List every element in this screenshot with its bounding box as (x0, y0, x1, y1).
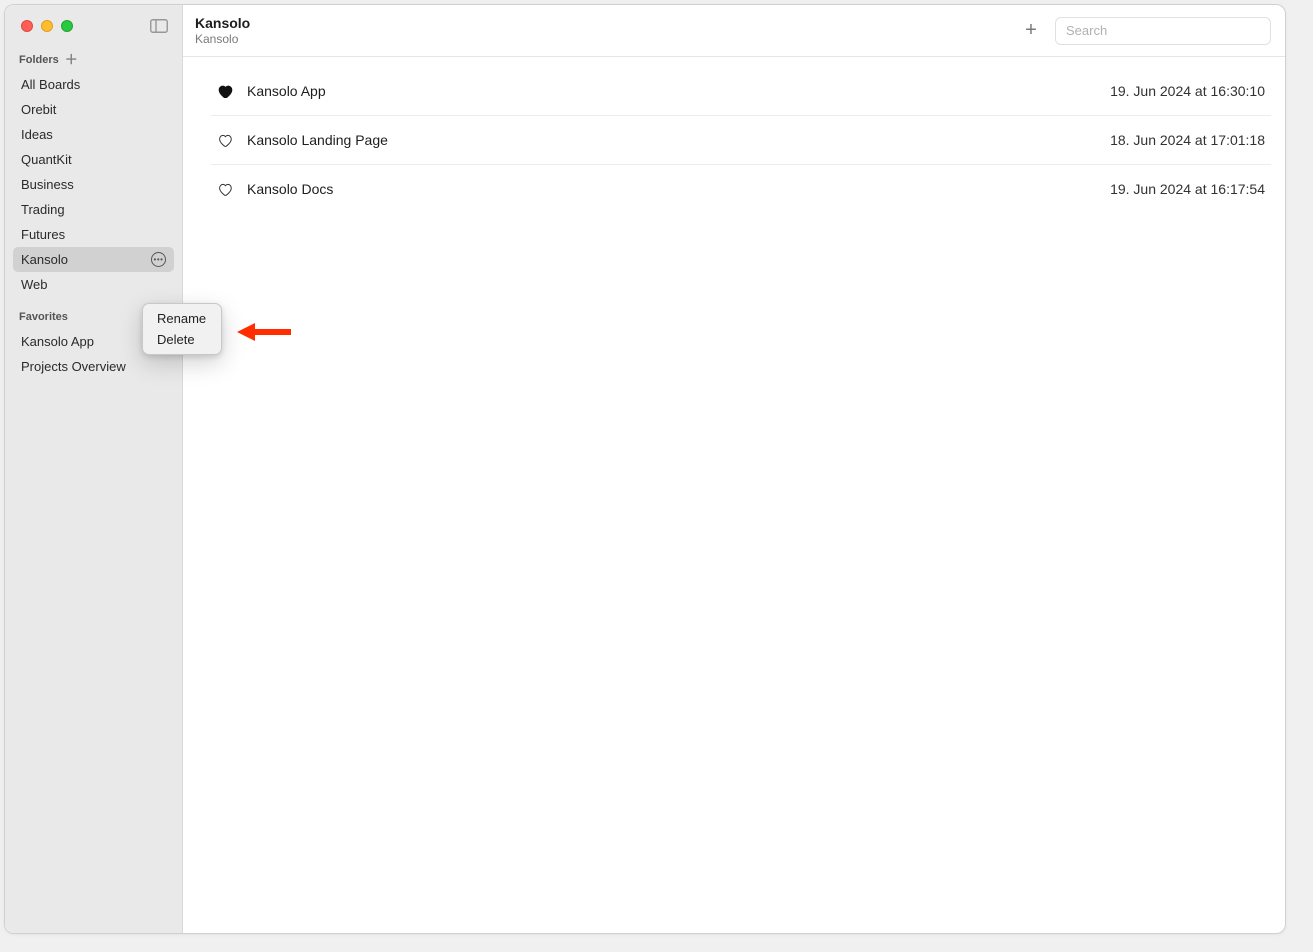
sidebar-item-quantkit[interactable]: QuantKit (13, 147, 174, 172)
board-title: Kansolo App (247, 83, 326, 99)
sidebar-item-trading[interactable]: Trading (13, 197, 174, 222)
sidebar-item-label: Orebit (21, 102, 56, 117)
sidebar-item-label: Business (21, 177, 74, 192)
board-date: 18. Jun 2024 at 17:01:18 (1110, 132, 1265, 148)
search-input[interactable] (1055, 17, 1271, 45)
main-area: Kansolo Kansolo + Kansolo App 19. Jun 20… (183, 5, 1285, 933)
plus-icon: + (1025, 19, 1037, 41)
arrow-shaft (255, 329, 291, 335)
board-date: 19. Jun 2024 at 16:17:54 (1110, 181, 1265, 197)
board-date: 19. Jun 2024 at 16:30:10 (1110, 83, 1265, 99)
sidebar-item-orebit[interactable]: Orebit (13, 97, 174, 122)
sidebar-item-label: Trading (21, 202, 65, 217)
window-minimize-button[interactable] (41, 20, 53, 32)
ellipsis-icon: ••• (154, 256, 164, 264)
folder-options-button[interactable]: ••• (151, 252, 166, 267)
titlebar (5, 5, 182, 43)
sidebar-item-label: All Boards (21, 77, 80, 92)
window-close-button[interactable] (21, 20, 33, 32)
heart-outline-icon (218, 183, 233, 196)
folders-section-label: Folders (19, 54, 59, 66)
page-title: Kansolo (195, 15, 250, 32)
window-zoom-button[interactable] (61, 20, 73, 32)
sidebar-item-label: Web (21, 277, 48, 292)
heart-outline-icon (218, 134, 233, 147)
app-window: Folders ＋ All Boards Orebit Ideas QuantK… (4, 4, 1286, 934)
sidebar-item-label: Futures (21, 227, 65, 242)
board-row[interactable]: Kansolo Docs 19. Jun 2024 at 16:17:54 (211, 165, 1271, 213)
sidebar-item-business[interactable]: Business (13, 172, 174, 197)
annotation-arrow (237, 323, 291, 341)
sidebar-item-ideas[interactable]: Ideas (13, 122, 174, 147)
favorite-toggle[interactable] (217, 134, 233, 147)
title-block: Kansolo Kansolo (195, 15, 250, 46)
sidebar-item-all-boards[interactable]: All Boards (13, 72, 174, 97)
sidebar: Folders ＋ All Boards Orebit Ideas QuantK… (5, 5, 183, 933)
board-title: Kansolo Landing Page (247, 132, 388, 148)
sidebar-item-label: Projects Overview (21, 359, 126, 374)
context-delete[interactable]: Delete (143, 329, 221, 350)
sidebar-item-label: Ideas (21, 127, 53, 142)
context-rename[interactable]: Rename (143, 308, 221, 329)
board-list: Kansolo App 19. Jun 2024 at 16:30:10 Kan… (183, 57, 1285, 213)
traffic-lights (21, 20, 73, 32)
sidebar-icon (150, 19, 168, 33)
add-folder-button[interactable]: ＋ (65, 53, 78, 66)
heart-filled-icon (218, 85, 233, 98)
sidebar-item-label: QuantKit (21, 152, 72, 167)
add-board-button[interactable]: + (1019, 19, 1043, 42)
favorites-section-label: Favorites (19, 311, 68, 323)
favorite-toggle[interactable] (217, 85, 233, 98)
sidebar-toggle-button[interactable] (150, 19, 168, 33)
breadcrumb: Kansolo (195, 32, 250, 46)
favorite-item-projects-overview[interactable]: Projects Overview (13, 354, 174, 379)
sidebar-item-futures[interactable]: Futures (13, 222, 174, 247)
sidebar-item-label: Kansolo (21, 252, 68, 267)
folders-list: All Boards Orebit Ideas QuantKit Busines… (5, 70, 182, 299)
favorite-toggle[interactable] (217, 183, 233, 196)
board-row[interactable]: Kansolo App 19. Jun 2024 at 16:30:10 (211, 73, 1271, 116)
board-title: Kansolo Docs (247, 181, 333, 197)
board-row[interactable]: Kansolo Landing Page 18. Jun 2024 at 17:… (211, 116, 1271, 165)
topbar: Kansolo Kansolo + (183, 5, 1285, 57)
folders-section-header: Folders ＋ (5, 43, 182, 70)
sidebar-item-label: Kansolo App (21, 334, 94, 349)
arrow-left-icon (237, 323, 255, 341)
sidebar-item-web[interactable]: Web (13, 272, 174, 297)
sidebar-item-kansolo[interactable]: Kansolo ••• (13, 247, 174, 272)
folder-context-menu: Rename Delete (142, 303, 222, 355)
topbar-actions: + (1019, 17, 1271, 45)
